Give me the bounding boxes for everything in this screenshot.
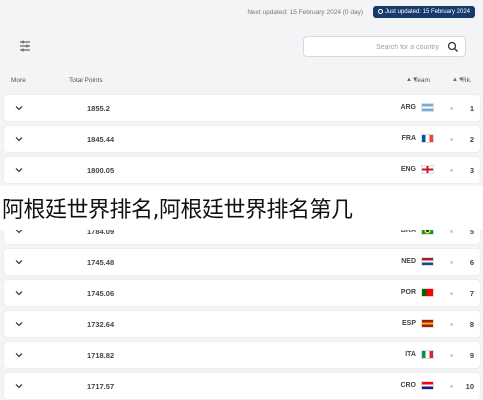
- flag-icon: [421, 257, 434, 266]
- search-icon[interactable]: [447, 41, 459, 53]
- column-header-total-points[interactable]: Total Points: [69, 77, 103, 84]
- rank-number: 7: [469, 289, 474, 298]
- table-row[interactable]: 1717.57 CRO 10: [4, 373, 480, 399]
- flag-icon: [421, 288, 434, 297]
- search-input[interactable]: [312, 40, 441, 55]
- caption-text: 阿根廷世界排名,阿根廷世界排名第几: [2, 198, 353, 223]
- rank-number: 9: [469, 351, 474, 360]
- chevron-down-icon[interactable]: [14, 381, 24, 391]
- chevron-down-icon[interactable]: [14, 257, 24, 267]
- team-code: POR: [400, 289, 416, 296]
- just-updated-badge: Just updated: 15 February 2024: [372, 6, 475, 18]
- flag-icon: [421, 134, 434, 143]
- top-bar: Next updated: 15 February 2024 (0 day) J…: [0, 0, 483, 24]
- team-code: ENG: [400, 166, 416, 173]
- team-code: ITA: [405, 351, 416, 358]
- total-points: 1745.48: [87, 258, 115, 267]
- flag-icon: [421, 319, 434, 328]
- chevron-down-icon[interactable]: [14, 134, 24, 144]
- total-points: 1718.82: [87, 351, 115, 360]
- table-row[interactable]: 1718.82 ITA 9: [4, 342, 480, 368]
- rank-number: 3: [469, 166, 474, 175]
- trend-dot-icon: [450, 261, 453, 264]
- table-row[interactable]: 1845.44 FRA 2: [4, 126, 480, 152]
- trend-dot-icon: [450, 323, 453, 326]
- controls-bar: [0, 24, 483, 68]
- total-points: 1845.44: [87, 135, 115, 144]
- total-points: 1745.06: [87, 289, 115, 298]
- table-row[interactable]: 1745.06 POR 7: [4, 280, 480, 306]
- table-row[interactable]: 1732.64 ESP 8: [4, 311, 480, 337]
- team-code: ESP: [401, 320, 416, 327]
- next-update-text: Next updated: 15 February 2024 (0 day): [247, 9, 363, 16]
- total-points: 1800.05: [87, 166, 115, 175]
- trend-dot-icon: [450, 107, 453, 110]
- flag-icon: [421, 165, 434, 174]
- filter-button[interactable]: [14, 37, 36, 55]
- table-row[interactable]: 1855.2 ARG 1: [4, 95, 480, 121]
- flag-icon: [421, 381, 434, 390]
- rank-number: 6: [469, 258, 474, 267]
- total-points: 1732.64: [87, 320, 115, 329]
- column-header-team[interactable]: Team: [414, 77, 430, 84]
- chevron-down-icon[interactable]: [14, 103, 24, 113]
- rank-number: 1: [469, 104, 474, 113]
- caption-overlay: 阿根廷世界排名,阿根廷世界排名第几: [0, 186, 483, 230]
- total-points: 1717.57: [87, 382, 115, 391]
- flag-icon: [421, 350, 434, 359]
- chevron-down-icon[interactable]: [14, 288, 24, 298]
- column-header-rank[interactable]: Rk.: [462, 77, 472, 84]
- rank-number: 8: [469, 320, 474, 329]
- flag-icon: [421, 103, 434, 112]
- trend-dot-icon: [450, 138, 453, 141]
- total-points: 1855.2: [87, 104, 110, 113]
- chevron-down-icon[interactable]: [14, 350, 24, 360]
- just-updated-text: Just updated: 15 February 2024: [384, 9, 470, 15]
- table-row[interactable]: 1800.05 ENG 3: [4, 157, 480, 183]
- filter-sliders-icon: [20, 40, 30, 52]
- trend-dot-icon: [450, 169, 453, 172]
- column-header-more: More: [11, 77, 26, 84]
- team-code: FRA: [401, 135, 416, 142]
- clock-icon: [377, 9, 383, 14]
- chevron-down-icon[interactable]: [14, 165, 24, 175]
- table-header: More Total Points ▲▼ Team ▲▼ Rk.: [0, 72, 483, 90]
- trend-dot-icon: [450, 230, 453, 233]
- rank-number: 2: [469, 135, 474, 144]
- trend-dot-icon: [450, 292, 453, 295]
- team-code: NED: [401, 258, 416, 265]
- search-box: [303, 36, 466, 57]
- team-code: ARG: [400, 104, 416, 111]
- team-code: CRO: [400, 382, 416, 389]
- trend-dot-icon: [450, 385, 453, 388]
- trend-dot-icon: [450, 354, 453, 357]
- table-row[interactable]: 1745.48 NED 6: [4, 249, 480, 275]
- chevron-down-icon[interactable]: [14, 319, 24, 329]
- rank-number: 10: [465, 382, 474, 391]
